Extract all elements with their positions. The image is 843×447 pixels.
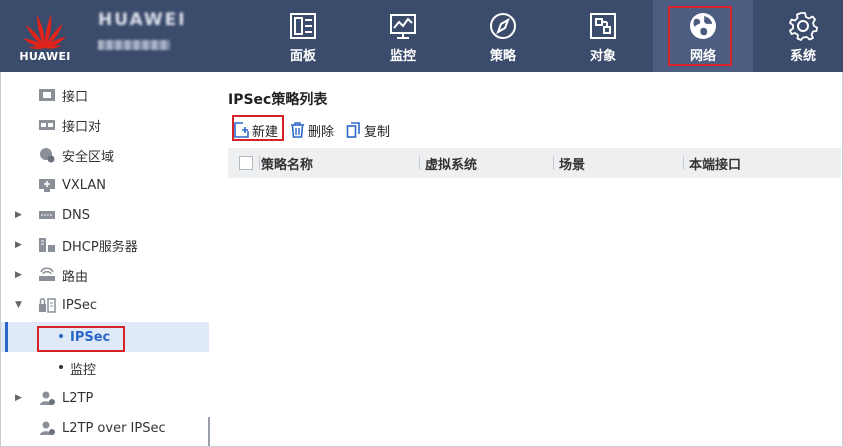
dhcp-server-icon <box>39 238 55 252</box>
logo-text: HUAWEI <box>19 50 71 63</box>
table-header: 策略名称 虚拟系统 场景 本端接口 <box>228 148 841 178</box>
dashboard-icon <box>290 13 316 39</box>
copy-button[interactable]: 复制 <box>346 117 390 143</box>
ipsec-icon <box>39 298 56 313</box>
sidebar-ipsec-callout <box>37 326 125 352</box>
nav-policy[interactable]: 策略 <box>453 0 553 72</box>
brand: HUAWEI <box>98 10 187 50</box>
brand-model-redacted <box>98 40 170 50</box>
sidebar-item-vxlan[interactable]: VXLAN <box>1 170 209 200</box>
brand-name: HUAWEI <box>98 10 187 30</box>
column-header-policy-name[interactable]: 策略名称 <box>259 148 419 178</box>
nav-object[interactable]: 对象 <box>553 0 653 72</box>
column-header-local-interface[interactable]: 本端接口 <box>683 148 841 178</box>
sidebar-item-ipsec-group[interactable]: ▼ IPSec <box>1 290 209 320</box>
sidebar-item-ipsec-monitor[interactable]: 监控 <box>1 353 209 383</box>
sidebar-item-label: 接口对 <box>62 119 102 135</box>
expand-arrow-icon[interactable]: ▶ <box>15 210 25 220</box>
sidebar: 接口 接口对 安全区域 VXLAN ▶ DNS ▶ DHCP服务器 ▶ 路由 ▼… <box>1 72 210 446</box>
object-icon <box>590 13 616 39</box>
compass-icon <box>490 13 516 39</box>
security-zone-icon <box>40 148 55 163</box>
delete-button[interactable]: 删除 <box>290 117 334 143</box>
nav-monitor-label: 监控 <box>389 49 416 64</box>
collapse-arrow-icon[interactable]: ▼ <box>15 300 25 310</box>
sidebar-item-label: 接口 <box>62 89 89 105</box>
select-all-cell <box>228 148 259 178</box>
nav-system-label: 系统 <box>789 49 816 64</box>
top-bar: HUAWEI HUAWEI 面板 监控 策略 对象 网络 系统 <box>0 0 843 72</box>
nav-object-label: 对象 <box>589 49 616 64</box>
interface-icon <box>39 89 55 101</box>
sidebar-item-l2tp-over-ipsec[interactable]: L2TP over IPSec <box>1 413 209 443</box>
sidebar-item-label: DHCP服务器 <box>62 239 138 255</box>
expand-arrow-icon[interactable]: ▶ <box>15 393 25 403</box>
sidebar-item-label: L2TP over IPSec <box>62 420 166 436</box>
sidebar-item-dhcp-server[interactable]: ▶ DHCP服务器 <box>1 230 209 260</box>
monitor-icon <box>390 14 416 39</box>
huawei-logo: HUAWEI <box>12 6 78 68</box>
interface-pair-icon <box>39 120 55 130</box>
sidebar-item-router[interactable]: ▶ 路由 <box>1 260 209 290</box>
sidebar-item-dns[interactable]: ▶ DNS <box>1 200 209 230</box>
router-icon <box>39 267 55 281</box>
dns-icon <box>39 211 55 219</box>
huawei-logo-icon <box>22 14 67 50</box>
expand-arrow-icon[interactable]: ▶ <box>15 240 25 250</box>
l2tp-icon <box>40 391 55 405</box>
toolbar: 新建 删除 复制 <box>228 115 841 145</box>
table-body <box>228 178 841 446</box>
sidebar-scrollbar[interactable] <box>208 417 210 446</box>
nav-dashboard-label: 面板 <box>289 49 316 64</box>
trash-icon <box>291 122 305 138</box>
l2tp-over-ipsec-icon <box>40 421 55 435</box>
vxlan-icon <box>39 179 55 192</box>
main-nav: 面板 监控 策略 对象 网络 系统 <box>253 0 843 72</box>
sidebar-item-label: 路由 <box>62 269 89 285</box>
sidebar-item-label: DNS <box>62 207 90 223</box>
expand-arrow-icon[interactable]: ▶ <box>15 270 25 280</box>
nav-policy-label: 策略 <box>489 49 516 64</box>
sidebar-item-label: 安全区域 <box>62 149 115 165</box>
nav-dashboard[interactable]: 面板 <box>253 0 353 72</box>
frame-border-left <box>0 72 1 447</box>
sidebar-item-label: IPSec <box>62 297 98 313</box>
sidebar-item-label: 监控 <box>70 362 97 378</box>
sidebar-item-label: VXLAN <box>62 177 106 193</box>
page-title: IPSec策略列表 <box>228 92 328 108</box>
main-content: IPSec策略列表 新建 删除 复制 策略名称 虚拟系统 场景 本端接口 <box>228 72 841 446</box>
copy-icon <box>346 122 360 138</box>
nav-monitor[interactable]: 监控 <box>353 0 453 72</box>
copy-button-label: 复制 <box>364 124 391 140</box>
nav-system[interactable]: 系统 <box>753 0 843 72</box>
select-all-checkbox[interactable] <box>238 156 253 170</box>
column-header-virtual-system[interactable]: 虚拟系统 <box>419 148 553 178</box>
new-button-callout <box>232 115 284 141</box>
sidebar-item-l2tp[interactable]: ▶ L2TP <box>1 383 209 413</box>
gear-icon <box>789 12 818 41</box>
bullet-icon <box>59 365 63 369</box>
sidebar-item-interface-pair[interactable]: 接口对 <box>1 110 209 140</box>
sidebar-item-interface[interactable]: 接口 <box>1 80 209 110</box>
sidebar-item-label: L2TP <box>62 390 94 406</box>
column-header-scenario[interactable]: 场景 <box>553 148 683 178</box>
delete-button-label: 删除 <box>308 124 335 140</box>
nav-network-callout <box>668 6 732 66</box>
sidebar-item-security-zone[interactable]: 安全区域 <box>1 140 209 170</box>
